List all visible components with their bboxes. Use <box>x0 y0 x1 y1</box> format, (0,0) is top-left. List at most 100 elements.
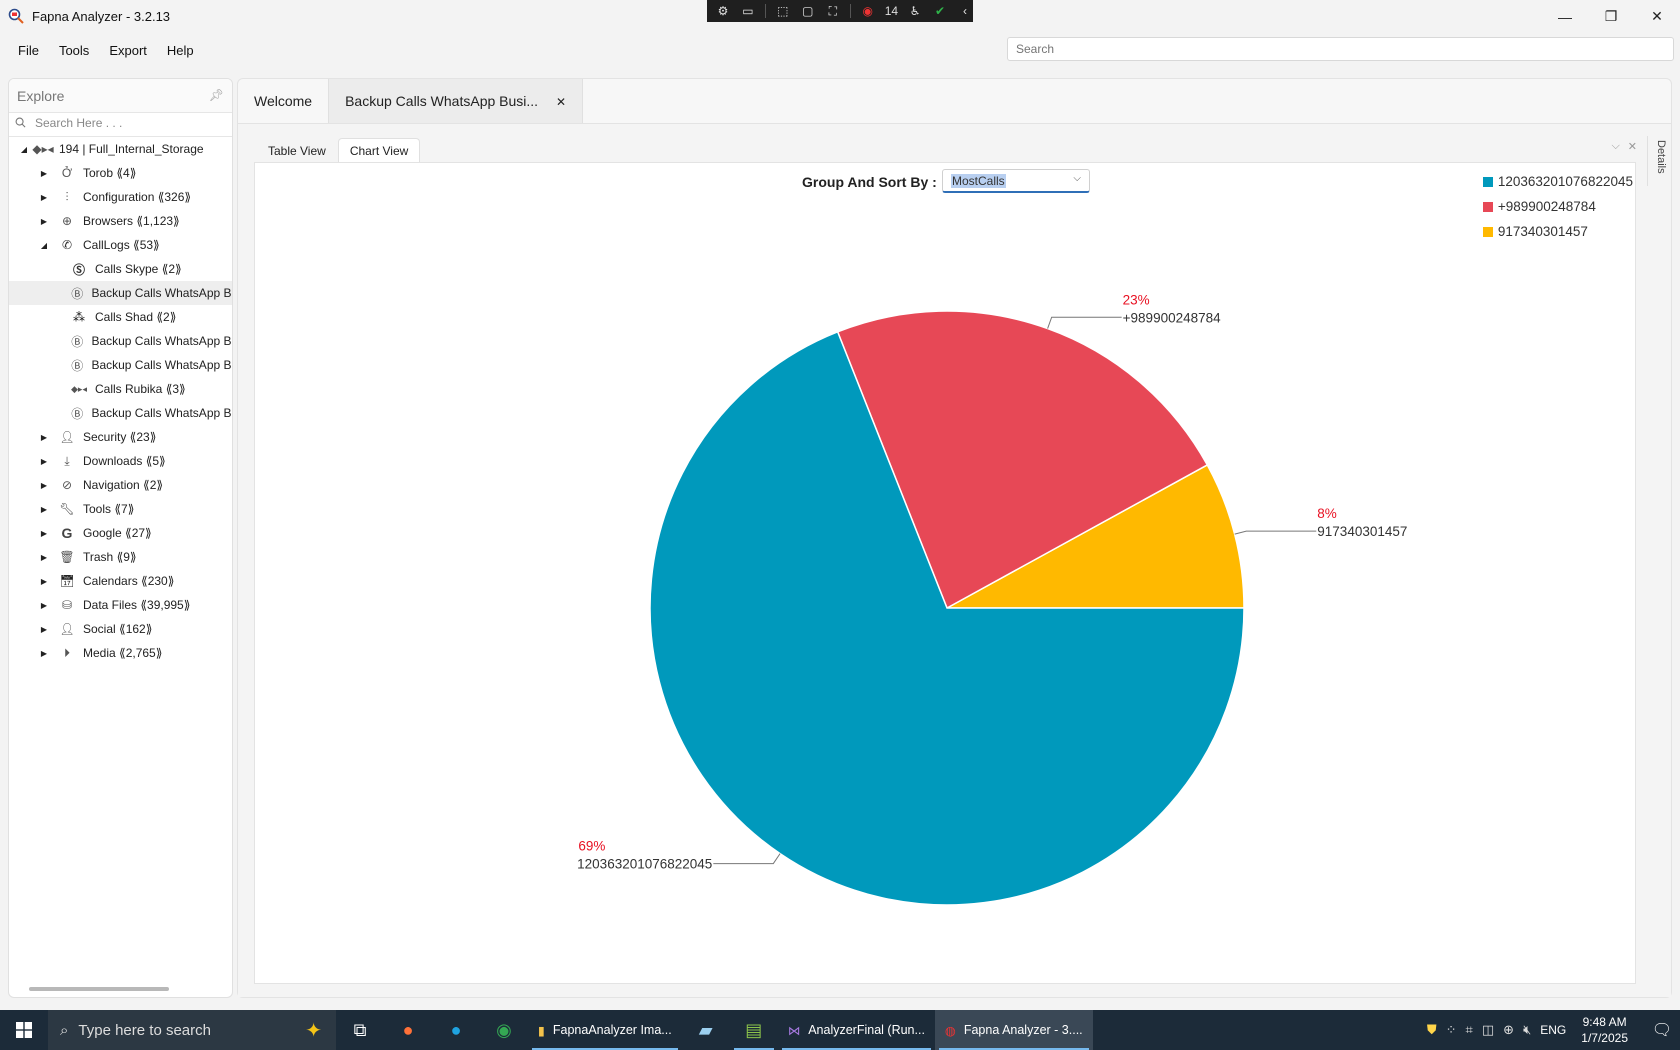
tree-item-calls-skype[interactable]: Ⓢ Calls Skype ⟪2⟫ <box>9 257 232 281</box>
collapsed-arrow-icon[interactable]: ▶ <box>39 601 49 610</box>
taskbar-app-visual-studio[interactable]: ⋈ AnalyzerFinal (Run... <box>778 1010 935 1050</box>
accessibility-icon[interactable]: ♿ <box>907 3 923 19</box>
chevron-down-icon: ⌵ <box>1073 173 1081 184</box>
taskbar-search[interactable]: ⌕ Type here to search ✦ <box>48 1010 336 1050</box>
volume-muted-icon[interactable]: 🔇︎ <box>1523 1022 1531 1038</box>
tree-item-tools[interactable]: ▶ 🔧︎ Tools ⟪7⟫ <box>9 497 232 521</box>
tree-item-data-files[interactable]: ▶ ⛁ Data Files ⟪39,995⟫ <box>9 593 232 617</box>
capture-settings-icon[interactable]: ⚙ <box>715 3 731 19</box>
tab-backup-calls-whatsapp-business[interactable]: Backup Calls WhatsApp Busi... ✕ <box>328 79 584 123</box>
collapsed-arrow-icon[interactable]: ▶ <box>39 481 49 490</box>
menu-file[interactable]: File <box>8 38 49 64</box>
pin-icon[interactable]: 📌︎ <box>209 88 224 102</box>
global-search-input[interactable] <box>1007 37 1674 61</box>
firefox-button[interactable]: ● <box>384 1010 432 1050</box>
tree-item-security[interactable]: ▶ 👤︎ Security ⟪23⟫ <box>9 425 232 449</box>
legend-swatch <box>1482 201 1493 212</box>
tree-item-browsers[interactable]: ▶ ⊕ Browsers ⟪1,123⟫ <box>9 209 232 233</box>
frame-icon[interactable]: ▢ <box>800 3 816 19</box>
close-tab-icon[interactable]: ✕ <box>556 95 566 109</box>
tree-item-google[interactable]: ▶ G Google ⟪27⟫ <box>9 521 232 545</box>
collapsed-arrow-icon[interactable]: ▶ <box>39 505 49 514</box>
tree-item-backup-whatsapp-business[interactable]: Ⓑ Backup Calls WhatsApp Business <box>9 401 232 425</box>
pane-dropdown-icon[interactable]: ⌵ <box>1611 140 1619 153</box>
collapsed-arrow-icon[interactable]: ▶ <box>39 457 49 466</box>
collapsed-arrow-icon[interactable]: ▶ <box>39 577 49 586</box>
tree-item-label: Backup Calls WhatsApp Business <box>91 406 232 420</box>
menu-tools[interactable]: Tools <box>49 38 99 64</box>
select-pointer-icon[interactable]: ⬚ <box>775 3 791 19</box>
pane-close-icon[interactable]: ✕ <box>1628 140 1637 153</box>
details-side-tab[interactable]: Details <box>1647 136 1667 186</box>
group-sort-select[interactable]: MostCalls ⌵ <box>942 169 1090 193</box>
collapsed-arrow-icon[interactable]: ▶ <box>39 625 49 634</box>
recording-indicator-icon[interactable]: ◉ <box>860 3 876 19</box>
explore-search-input[interactable] <box>35 116 225 130</box>
chrome-button[interactable]: ◉ <box>480 1010 528 1050</box>
taskbar-app-fapna-images[interactable]: ▮ FapnaAnalyzer Ima... <box>528 1010 682 1050</box>
collapsed-arrow-icon[interactable]: ▶ <box>39 529 49 538</box>
tree-item-trash[interactable]: ▶ 🗑︎ Trash ⟪9⟫ <box>9 545 232 569</box>
tree-item-calls-rubika[interactable]: ◆▸◂ Calls Rubika ⟪3⟫ <box>9 377 232 401</box>
tab-chart-view[interactable]: Chart View <box>337 138 421 163</box>
editor-button[interactable]: ▤ <box>730 1010 778 1050</box>
tree-item-downloads[interactable]: ▶ ⤓ Downloads ⟪5⟫ <box>9 449 232 473</box>
edge-button[interactable]: ● <box>432 1010 480 1050</box>
tree-root[interactable]: ◢ ◆▸◂ 194 | Full_Internal_Storage <box>9 137 232 161</box>
tree-item-social[interactable]: ▶ 👤︎ Social ⟪162⟫ <box>9 617 232 641</box>
security-warning-icon[interactable]: ⛊ <box>1427 1022 1437 1038</box>
tree-item-backup-whatsapp-business[interactable]: Ⓑ Backup Calls WhatsApp Business <box>9 281 232 305</box>
collapsed-arrow-icon[interactable]: ▶ <box>39 193 49 202</box>
start-button[interactable] <box>0 1010 48 1050</box>
minimize-button[interactable]: — <box>1542 0 1588 33</box>
tree-item-backup-whatsapp-business[interactable]: Ⓑ Backup Calls WhatsApp Business <box>9 353 232 377</box>
legend-item[interactable]: 917340301457 <box>1482 219 1633 244</box>
menu-export[interactable]: Export <box>99 38 157 64</box>
explore-tree: ◢ ◆▸◂ 194 | Full_Internal_Storage ▶ Ở To… <box>9 137 232 665</box>
maximize-button[interactable]: ❐ <box>1588 0 1634 33</box>
menu-help[interactable]: Help <box>157 38 204 64</box>
tree-item-calllogs[interactable]: ◢ ✆ CallLogs ⟪53⟫ <box>9 233 232 257</box>
google-icon: G <box>61 525 73 541</box>
menu-bar: File Tools Export Help <box>8 38 204 64</box>
tab-table-view[interactable]: Table View <box>256 138 338 163</box>
notepad-button[interactable]: ▰ <box>682 1010 730 1050</box>
collapsed-arrow-icon[interactable]: ▶ <box>39 169 49 178</box>
document-tabs: Welcome Backup Calls WhatsApp Busi... ✕ <box>238 79 584 123</box>
camera-icon[interactable]: ◫ <box>1482 1022 1494 1038</box>
taskbar-search-placeholder: Type here to search <box>78 1021 211 1039</box>
slack-icon[interactable]: ⌗ <box>1466 1022 1473 1038</box>
legend-item[interactable]: +989900248784 <box>1482 194 1633 219</box>
collapsed-arrow-icon[interactable]: ▶ <box>39 649 49 658</box>
collapsed-arrow-icon[interactable]: ▶ <box>39 433 49 442</box>
collapsed-arrow-icon[interactable]: ▶ <box>39 217 49 226</box>
explore-horizontal-scrollbar[interactable] <box>29 987 169 991</box>
collapsed-arrow-icon[interactable]: ▶ <box>39 553 49 562</box>
expanded-arrow-icon[interactable]: ◢ <box>19 145 29 154</box>
video-camera-icon[interactable]: ▭ <box>740 3 756 19</box>
network-devices-icon[interactable]: ⁘ <box>1446 1022 1457 1038</box>
tree-item-label: Security ⟪23⟫ <box>83 430 157 444</box>
tree-item-configuration[interactable]: ▶ ⫶ Configuration ⟪326⟫ <box>9 185 232 209</box>
notifications-button[interactable]: 🗨︎ <box>1644 1020 1680 1040</box>
tab-welcome[interactable]: Welcome <box>238 79 328 123</box>
close-button[interactable]: ✕ <box>1634 0 1680 33</box>
tree-item-backup-whatsapp-business[interactable]: Ⓑ Backup Calls WhatsApp Business <box>9 329 232 353</box>
tree-item-navigation[interactable]: ▶ ⊘ Navigation ⟪2⟫ <box>9 473 232 497</box>
clock[interactable]: 9:48 AM 1/7/2025 <box>1575 1014 1634 1046</box>
expanded-arrow-icon[interactable]: ◢ <box>39 241 49 250</box>
tree-item-torob[interactable]: ▶ Ở Torob ⟪4⟫ <box>9 161 232 185</box>
task-view-button[interactable]: ⧉ <box>336 1010 384 1050</box>
check-icon[interactable]: ✔ <box>932 3 948 19</box>
tree-item-media[interactable]: ▶ ⏵ Media ⟪2,765⟫ <box>9 641 232 665</box>
legend-item[interactable]: 120363201076822045 <box>1482 169 1633 194</box>
taskbar-app-fapna-analyzer[interactable]: ◍ Fapna Analyzer - 3.... <box>934 1010 1093 1050</box>
tree-item-label: Google ⟪27⟫ <box>83 526 152 540</box>
tree-item-calendars[interactable]: ▶ 📅︎ Calendars ⟪230⟫ <box>9 569 232 593</box>
input-language[interactable]: ENG <box>1540 1023 1566 1037</box>
tree-item-calls-shad[interactable]: ⁂ Calls Shad ⟪2⟫ <box>9 305 232 329</box>
collapse-chevron-icon[interactable]: ‹ <box>957 3 973 19</box>
network-globe-icon[interactable]: ⊕ <box>1503 1022 1514 1038</box>
screen-select-icon[interactable]: ⛶ <box>825 3 841 19</box>
tree-root-label: 194 | Full_Internal_Storage <box>59 142 204 156</box>
